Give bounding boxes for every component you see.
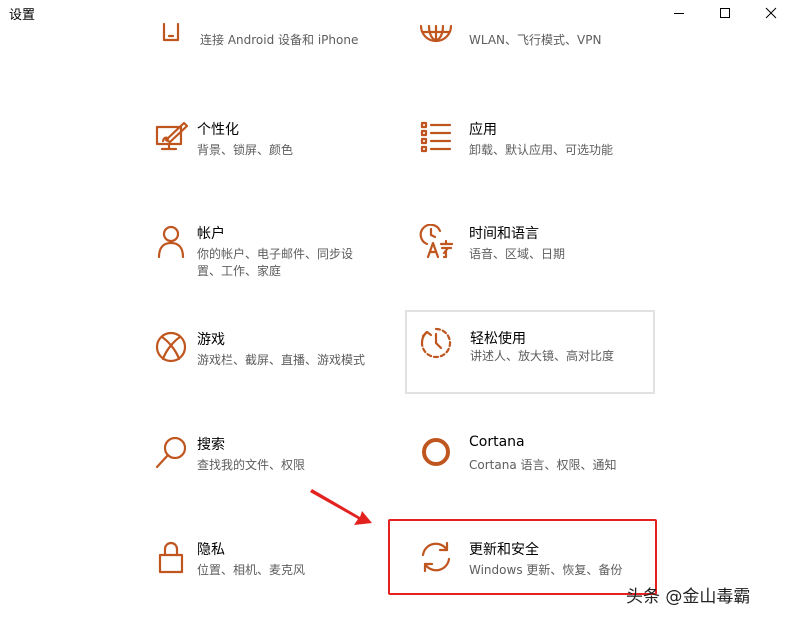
tile-desc: 游戏栏、截屏、直播、游戏模式: [197, 353, 366, 367]
maximize-icon: [720, 8, 730, 18]
title-bar: 设置: [0, 0, 789, 26]
lock-icon: [158, 541, 184, 574]
settings-tile-apps[interactable]: 应用 卸载、默认应用、可选功能: [407, 112, 657, 196]
maximize-button[interactable]: [702, 0, 748, 26]
tile-desc: 位置、相机、麦克风: [197, 563, 306, 577]
minimize-button[interactable]: [656, 0, 702, 26]
tile-name: 个性化: [197, 122, 239, 138]
globe-icon: [419, 24, 453, 43]
close-button[interactable]: [748, 0, 789, 26]
personalization-icon: [155, 121, 188, 151]
tile-name: 搜索: [197, 437, 225, 453]
phone-icon: [162, 22, 180, 42]
ease-of-access-icon: [420, 327, 452, 359]
settings-tile-network[interactable]: WLAN、飞行模式、VPN: [407, 24, 657, 116]
tile-desc: WLAN、飞行模式、VPN: [469, 33, 602, 47]
xbox-icon: [155, 331, 187, 363]
window-title: 设置: [9, 8, 36, 23]
settings-tile-accounts[interactable]: 帐户 你的帐户、电子邮件、同步设置、工作、家庭: [142, 216, 392, 300]
tile-desc: 连接 Android 设备和 iPhone: [200, 33, 359, 47]
tile-name: Cortana: [469, 434, 525, 450]
search-icon: [155, 436, 187, 469]
settings-tile-cortana[interactable]: Cortana Cortana 语言、权限、通知: [407, 427, 657, 511]
minimize-icon: [674, 13, 684, 14]
tile-name: 轻松使用: [470, 331, 526, 347]
tile-name: 应用: [469, 122, 497, 138]
tile-desc: 语音、区域、日期: [469, 247, 566, 261]
settings-tile-phone[interactable]: 连接 Android 设备和 iPhone: [142, 22, 392, 116]
tile-name: 隐私: [197, 542, 225, 558]
settings-tile-time-language[interactable]: 时间和语言 语音、区域、日期: [407, 216, 657, 300]
settings-tile-privacy[interactable]: 隐私 位置、相机、麦克风: [142, 532, 392, 616]
close-icon: [765, 7, 777, 19]
settings-tile-personalization[interactable]: 个性化 背景、锁屏、颜色: [142, 112, 392, 196]
settings-tile-gaming[interactable]: 游戏 游戏栏、截屏、直播、游戏模式: [142, 322, 392, 406]
tile-desc: 卸载、默认应用、可选功能: [469, 143, 614, 157]
tile-desc: 讲述人、放大镜、高对比度: [470, 349, 615, 363]
highlight-box: [388, 519, 657, 595]
tile-name: 游戏: [197, 332, 225, 348]
tile-desc: 你的帐户、电子邮件、同步设置、工作、家庭: [197, 247, 354, 278]
tile-desc: 背景、锁屏、颜色: [197, 143, 294, 157]
tile-name: 时间和语言: [469, 226, 539, 242]
tile-desc: Cortana 语言、权限、通知: [469, 458, 617, 472]
watermark: 头条 @金山毒霸: [626, 587, 751, 607]
tile-desc: 查找我的文件、权限: [197, 458, 306, 472]
person-icon: [157, 225, 185, 258]
time-language-icon: [419, 224, 453, 258]
apps-list-icon: [420, 121, 452, 153]
cortana-ring-icon: [422, 438, 450, 466]
tile-name: 帐户: [197, 226, 225, 242]
settings-tile-ease-of-access[interactable]: 轻松使用 讲述人、放大镜、高对比度: [405, 310, 655, 394]
red-arrow-icon: [310, 489, 372, 525]
